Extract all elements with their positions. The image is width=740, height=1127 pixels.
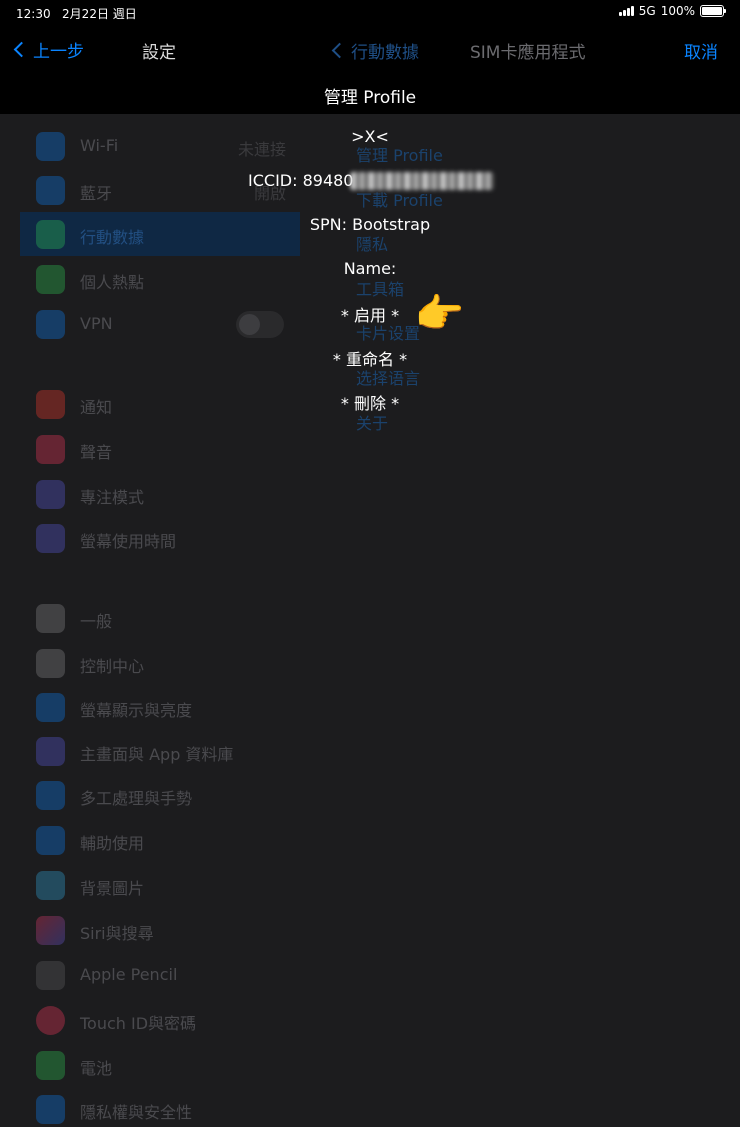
sidebar-item-battery[interactable]: 電池 (20, 1043, 300, 1087)
sidebar-item-label: 聲音 (80, 443, 113, 462)
sidebar-item-label: 螢幕使用時間 (80, 532, 177, 551)
sidebar-item-label: 螢幕顯示與亮度 (80, 701, 193, 720)
sidebar-item-label: 專注模式 (80, 488, 145, 507)
sidebar-item-label: Siri與搜尋 (80, 924, 154, 943)
sidebar-item-siri[interactable]: Siri與搜尋 (20, 908, 300, 952)
rename-option[interactable]: * 重命名 * (0, 346, 740, 370)
sidebar-item-label: 主畫面與 App 資料庫 (80, 745, 234, 764)
sidebar-item-accessibility[interactable]: 輔助使用 (20, 818, 300, 862)
flower-icon (36, 871, 65, 900)
sidebar-item-sounds[interactable]: 聲音 (20, 427, 300, 471)
modal-title: 管理 Profile (323, 88, 417, 108)
nav-bar: 上一步 設定 行動數據 SIM卡應用程式 取消 (0, 26, 740, 72)
mobile-data-back-label: 行動數據 (351, 43, 419, 63)
moon-icon (36, 480, 65, 509)
sidebar-item-label: 多工處理與手勢 (80, 789, 193, 808)
grid-icon (36, 737, 65, 766)
battery-percent: 100% (660, 4, 695, 18)
sun-icon (36, 693, 65, 722)
fingerprint-icon (36, 1006, 65, 1035)
sidebar-item-label: 藍牙 (80, 184, 113, 203)
profile-name-label: Name: (343, 259, 397, 278)
hourglass-icon (36, 524, 65, 553)
chevron-left-icon (331, 42, 348, 59)
sidebar-item-general[interactable]: 一般 (20, 596, 300, 640)
sim-menu-item[interactable]: 下載 Profile (356, 187, 443, 211)
selection-marker: >X< (351, 127, 389, 146)
multitask-icon (36, 781, 65, 810)
delete-option[interactable]: * 刪除 * (0, 390, 740, 414)
sim-app-title: SIM卡應用程式 (470, 43, 586, 63)
status-time: 12:30 2月22日 週日 (16, 5, 137, 22)
sidebar-item-privacy[interactable]: 隱私權與安全性 (20, 1087, 300, 1127)
iccid-label: ICCID: 89480 (248, 171, 354, 190)
sidebar-item-label: 隱私權與安全性 (80, 1103, 193, 1122)
sidebar-item-label: 電池 (80, 1059, 113, 1078)
sidebar-item-apple-pencil[interactable]: Apple Pencil (20, 953, 300, 997)
hand-icon (36, 1095, 65, 1124)
time-label: 12:30 (16, 7, 51, 21)
signal-icon (618, 6, 634, 16)
speaker-icon (36, 435, 65, 464)
switches-icon (36, 649, 65, 678)
sidebar-item-label: 背景圖片 (80, 879, 145, 898)
battery-icon (700, 5, 726, 17)
back-button[interactable]: 上一步 (12, 37, 84, 62)
date-label: 2月22日 週日 (62, 7, 137, 21)
settings-title: 設定 (142, 43, 176, 63)
screen: 12:30 2月22日 週日 5G 100% 上一步 設定 行動數據 SIM卡應… (0, 0, 740, 1127)
sidebar-item-label: 輔助使用 (80, 834, 145, 853)
pencil-icon (36, 961, 65, 990)
network-label: 5G (638, 4, 656, 18)
sidebar-item-label: 控制中心 (80, 657, 145, 676)
spn-label: SPN: Bootstrap (309, 215, 431, 234)
sidebar-item-label: 一般 (80, 612, 113, 631)
sidebar-item-touch-id[interactable]: Touch ID與密碼 (20, 998, 300, 1042)
sidebar-item-wallpaper[interactable]: 背景圖片 (20, 863, 300, 907)
back-label: 上一步 (33, 42, 84, 62)
sidebar-item-display[interactable]: 螢幕顯示與亮度 (20, 685, 300, 729)
sidebar-item-home-screen[interactable]: 主畫面與 App 資料庫 (20, 729, 300, 773)
status-bar: 12:30 2月22日 週日 5G 100% (0, 0, 740, 26)
status-right: 5G 100% (618, 4, 726, 18)
sim-menu-item[interactable]: 工具箱 (356, 276, 404, 300)
accessibility-icon (36, 826, 65, 855)
mobile-data-back-button[interactable]: 行動數據 (330, 38, 419, 63)
sim-menu-item[interactable]: 隱私 (356, 231, 388, 255)
chevron-left-icon (13, 41, 30, 58)
cancel-button[interactable]: 取消 (684, 38, 718, 63)
enable-option[interactable]: * 启用 * (0, 302, 740, 326)
sidebar-item-multitasking[interactable]: 多工處理與手勢 (20, 773, 300, 817)
sidebar-item-label: Apple Pencil (80, 965, 178, 984)
siri-icon (36, 916, 65, 945)
sidebar-item-focus[interactable]: 專注模式 (20, 472, 300, 516)
sidebar-item-screen-time[interactable]: 螢幕使用時間 (20, 516, 300, 560)
modal-header: 管理 Profile (0, 72, 740, 114)
bluetooth-icon (36, 176, 65, 205)
sidebar-item-control-center[interactable]: 控制中心 (20, 641, 300, 685)
sidebar-item-label: Touch ID與密碼 (80, 1014, 197, 1033)
gear-icon (36, 604, 65, 633)
battery-icon (36, 1051, 65, 1080)
pointing-hand-icon: 👈 (416, 291, 466, 337)
redacted-iccid (350, 172, 494, 190)
